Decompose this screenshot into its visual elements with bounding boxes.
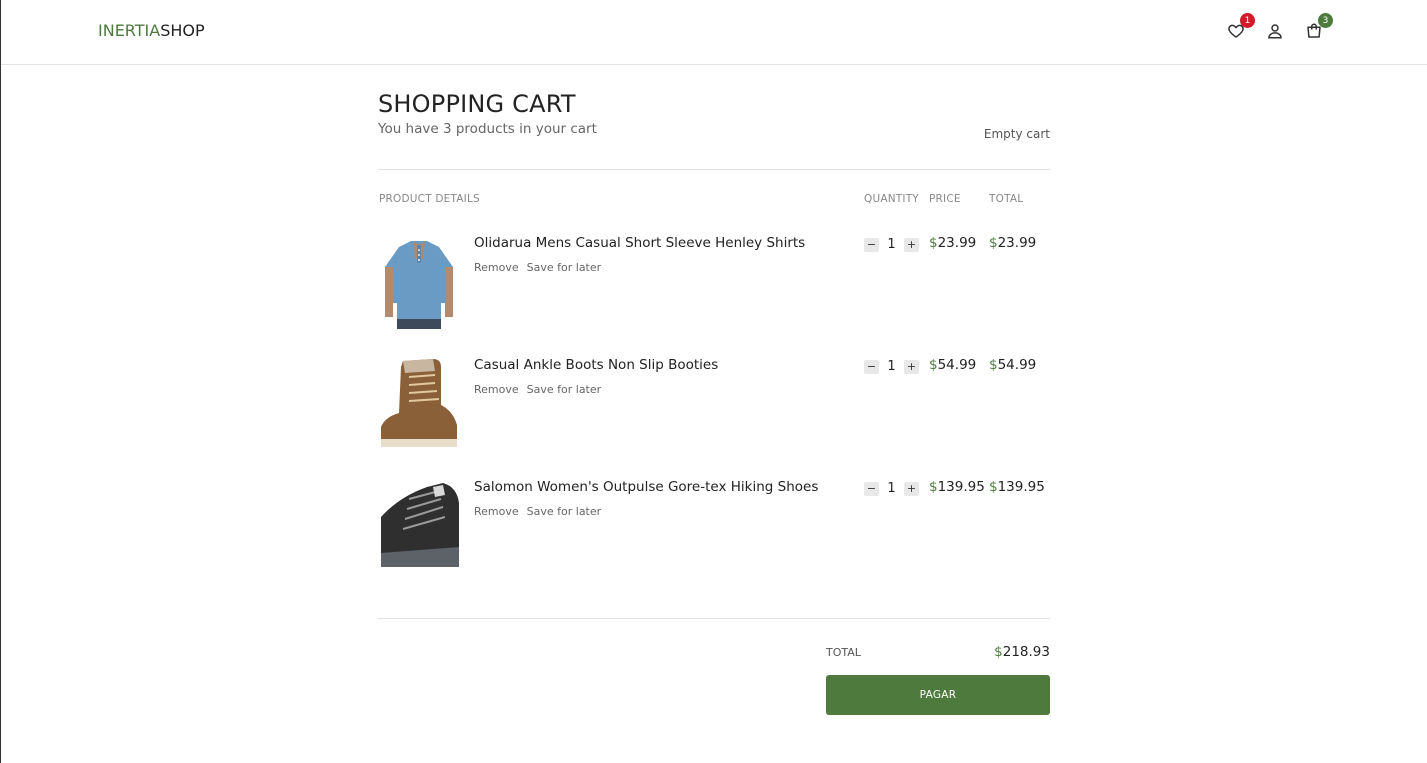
currency-symbol: $ [929,235,938,251]
quantity-value: 1 [887,237,896,252]
column-header-total: TOTAL [989,193,1024,205]
item-actions: Remove Save for later [474,383,609,396]
logo-part-inertia: INERTIA [98,21,161,40]
currency-symbol: $ [994,644,1003,660]
save-for-later-link[interactable]: Save for later [527,505,602,518]
cart-summary-text: You have 3 products in your cart [378,121,597,137]
cart-item: Olidarua Mens Casual Short Sleeve Henley… [378,233,1050,333]
unit-price: $23.99 [929,235,976,251]
quantity-value: 1 [887,481,896,496]
decrease-quantity-button[interactable]: − [864,359,879,374]
currency-symbol: $ [989,479,998,495]
logo[interactable]: INERTIASHOP [98,21,205,40]
top-navbar: INERTIASHOP 1 3 [1,0,1427,65]
empty-cart-link[interactable]: Empty cart [984,127,1050,141]
column-header-quantity: QUANTITY [864,193,919,205]
product-image-ankle-boots[interactable] [379,355,459,451]
currency-symbol: $ [929,479,938,495]
decrease-quantity-button[interactable]: − [864,237,879,252]
wishlist-count-badge: 1 [1240,13,1255,28]
checkout-button[interactable]: PAGAR [826,675,1050,715]
column-header-price: PRICE [929,193,961,205]
line-total: $23.99 [989,235,1036,251]
product-name[interactable]: Salomon Women's Outpulse Gore-tex Hiking… [474,479,818,495]
cart-item: Casual Ankle Boots Non Slip Booties Remo… [378,355,1050,455]
total-value: 54.99 [997,357,1037,373]
item-actions: Remove Save for later [474,261,609,274]
line-total: $54.99 [989,357,1036,373]
price-value: 23.99 [937,235,977,251]
currency-symbol: $ [929,357,938,373]
unit-price: $54.99 [929,357,976,373]
total-amount: 218.93 [1002,644,1050,660]
logo-part-shop: SHOP [160,21,205,40]
cart-item: Salomon Women's Outpulse Gore-tex Hiking… [378,477,1050,577]
save-for-later-link[interactable]: Save for later [527,261,602,274]
wishlist-button[interactable]: 1 [1225,13,1255,42]
cart-section: SHOPPING CART You have 3 products in you… [378,90,1050,715]
column-header-product: PRODUCT DETAILS [379,193,480,205]
increase-quantity-button[interactable]: + [904,359,919,374]
currency-symbol: $ [989,235,998,251]
product-image-henley-shirt[interactable] [379,233,459,329]
quantity-value: 1 [887,359,896,374]
cart-total-label: TOTAL [826,646,861,659]
price-value: 54.99 [937,357,977,373]
cart-button[interactable]: 3 [1303,13,1333,42]
total-value: 23.99 [997,235,1037,251]
product-name[interactable]: Olidarua Mens Casual Short Sleeve Henley… [474,235,805,251]
page-title: SHOPPING CART [378,90,576,118]
total-value: 139.95 [997,479,1045,495]
divider [378,169,1050,170]
quantity-stepper: − 1 + [864,481,919,496]
increase-quantity-button[interactable]: + [904,481,919,496]
product-image-hiking-shoes[interactable] [379,477,459,573]
price-value: 139.95 [937,479,985,495]
currency-symbol: $ [989,357,998,373]
remove-item-link[interactable]: Remove [474,383,519,396]
quantity-stepper: − 1 + [864,237,919,252]
cart-total-value: $218.93 [994,644,1050,660]
product-name[interactable]: Casual Ankle Boots Non Slip Booties [474,357,718,373]
remove-item-link[interactable]: Remove [474,261,519,274]
remove-item-link[interactable]: Remove [474,505,519,518]
line-total: $139.95 [989,479,1045,495]
item-actions: Remove Save for later [474,505,609,518]
unit-price: $139.95 [929,479,985,495]
save-for-later-link[interactable]: Save for later [527,383,602,396]
quantity-stepper: − 1 + [864,359,919,374]
user-icon [1268,24,1282,39]
decrease-quantity-button[interactable]: − [864,481,879,496]
increase-quantity-button[interactable]: + [904,237,919,252]
cart-count-badge: 3 [1318,13,1333,28]
divider [378,618,1050,619]
account-button[interactable] [1264,20,1286,42]
